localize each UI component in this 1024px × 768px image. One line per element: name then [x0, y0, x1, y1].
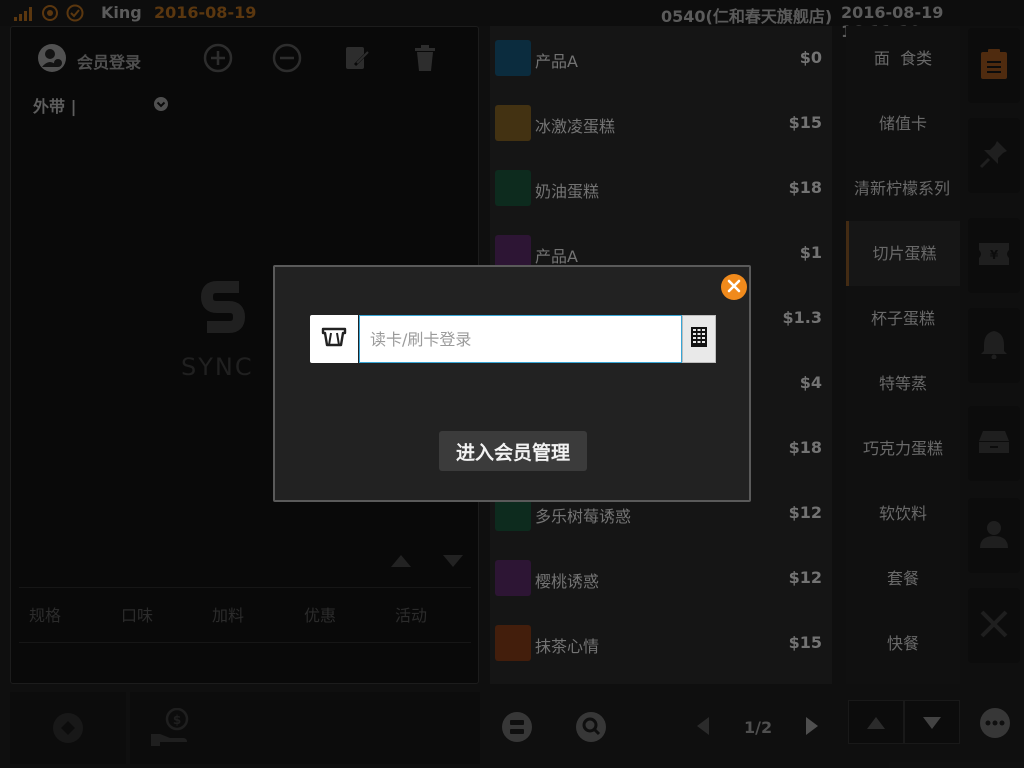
- card-login-input[interactable]: [359, 315, 682, 363]
- member-management-button[interactable]: 进入会员管理: [439, 431, 587, 471]
- card-swipe-icon: [319, 327, 349, 351]
- close-icon: [727, 278, 741, 297]
- card-reader-badge: [310, 315, 358, 363]
- member-login-dialog: 进入会员管理: [273, 265, 751, 502]
- close-button[interactable]: [721, 274, 747, 300]
- keypad-button[interactable]: [682, 315, 716, 363]
- keypad-icon: [690, 326, 708, 352]
